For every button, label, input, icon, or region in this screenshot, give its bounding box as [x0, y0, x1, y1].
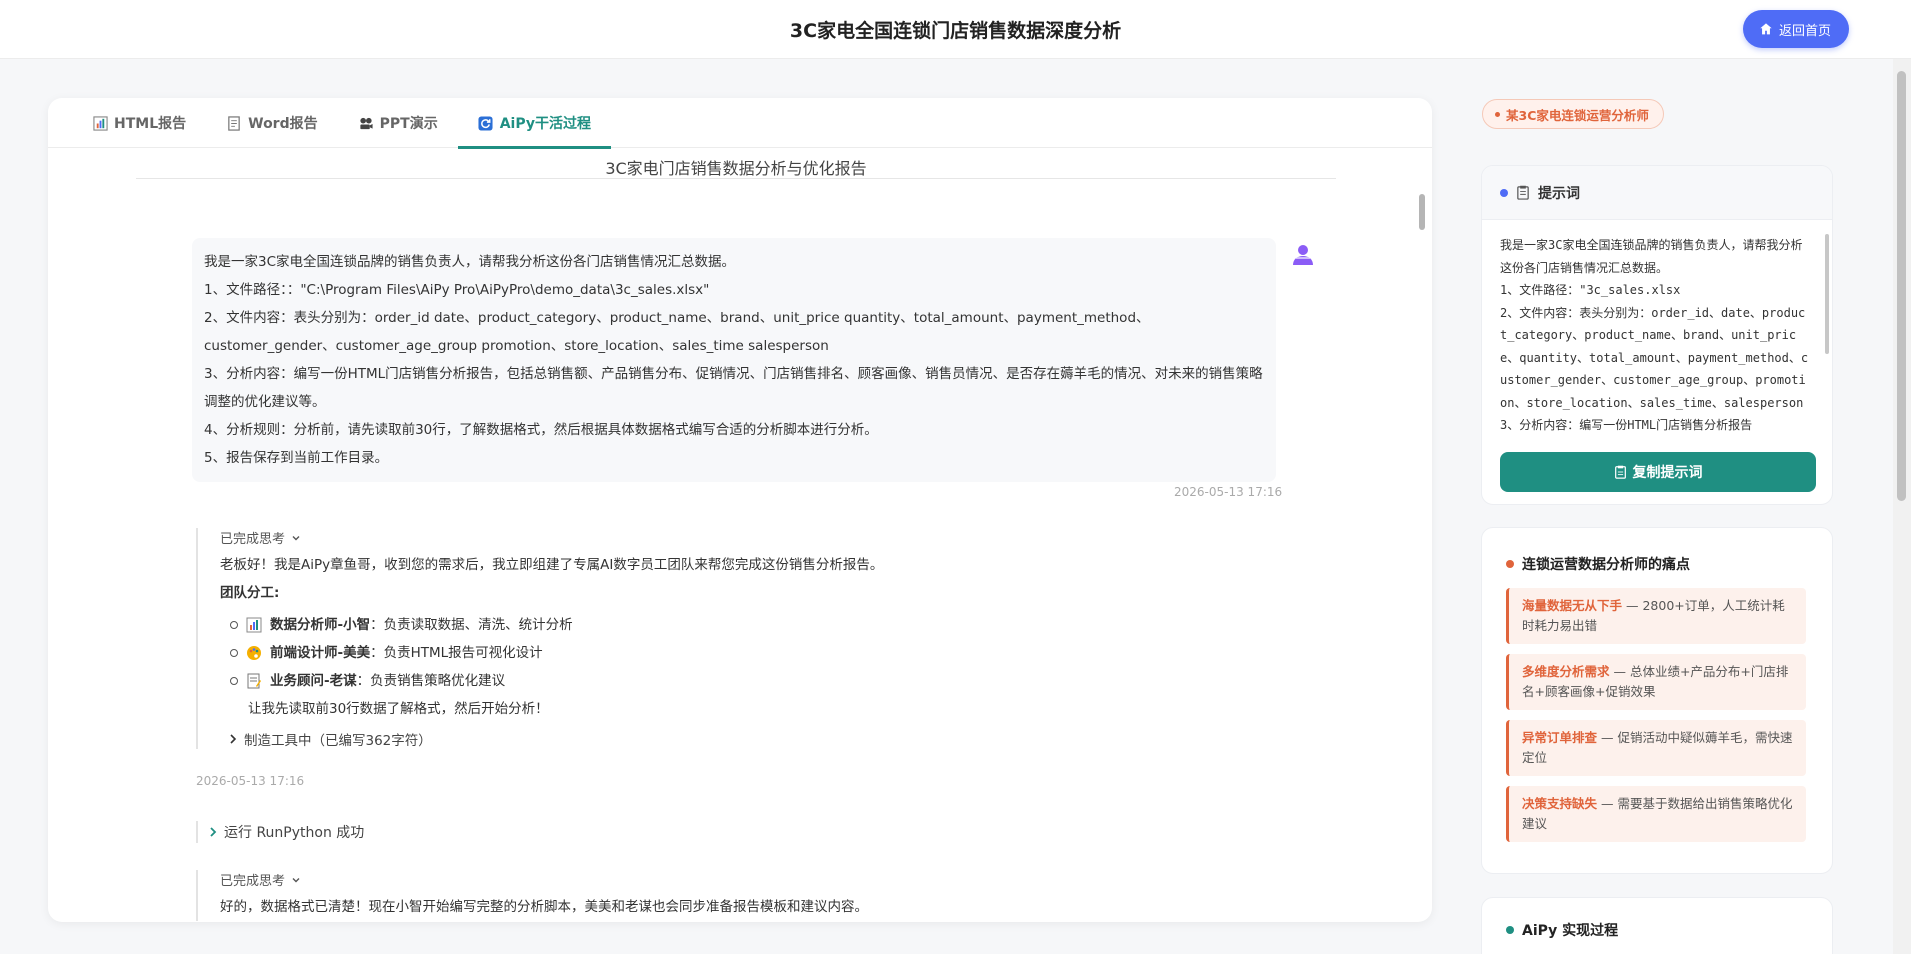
- member-name: 业务顾问-老谋: [270, 673, 357, 689]
- message-timestamp: 2026-05-13 17:16: [1174, 485, 1283, 499]
- assistant-intro: 老板好！我是AiPy章鱼哥，收到您的需求后，我立即组建了专属AI数字员工团队来帮…: [220, 557, 884, 573]
- pain-point-item: 海量数据无从下手 — 2800+订单，人工统计耗时耗力易出错: [1506, 588, 1806, 644]
- team-label: 团队分工:: [220, 585, 280, 601]
- top-bar: 3C家电全国连锁门店销售数据深度分析 返回首页: [0, 0, 1911, 59]
- message-timestamp: 2026-05-13 17:16: [196, 774, 305, 788]
- chevron-right-icon: [230, 734, 237, 744]
- status-dot: [1500, 188, 1508, 197]
- clipboard-icon: [1614, 465, 1626, 479]
- prompt-title: 提示词: [1538, 185, 1580, 202]
- content-scrollbar-thumb[interactable]: [1419, 194, 1425, 230]
- tab-label: AiPy干活过程: [499, 116, 591, 132]
- window-scrollbar[interactable]: [1893, 59, 1911, 954]
- assistant-intro: 好的，数据格式已清楚！现在小智开始编写完整的分析脚本，美美和老谋也会同步准备报告…: [220, 899, 868, 915]
- chevron-right-icon: [210, 827, 217, 837]
- assistant-note: 让我先读取前30行数据了解格式，然后开始分析！: [248, 701, 549, 717]
- message-line: 5、报告保存到当前工作目录。: [204, 450, 389, 466]
- user-message: 我是一家3C家电全国连锁品牌的销售负责人，请帮我分析这份各门店销售情况汇总数据。…: [192, 238, 1276, 482]
- tab-label: PPT演示: [379, 116, 438, 132]
- tool-toggle[interactable]: 制造工具中（已编写362字符）: [228, 729, 1256, 749]
- pain-points-card: 连锁运营数据分析师的痛点 海量数据无从下手 — 2800+订单，人工统计耗时耗力…: [1481, 527, 1833, 874]
- message-line: 4、分析规则：分析前，请先读取前30行，了解数据格式，然后根据具体数据格式编写合…: [204, 422, 878, 438]
- chevron-down-icon: [292, 877, 300, 882]
- status-dot: [1506, 926, 1514, 934]
- copy-prompt-button[interactable]: 复制提示词: [1500, 452, 1816, 492]
- team-list: 数据分析师-小智：负责读取数据、清洗、统计分析 前端设计师-美美：负责HTML报…: [230, 611, 1256, 695]
- role-badge: 某3C家电连锁运营分析师: [1482, 99, 1664, 129]
- member-desc: ：负责HTML报告可视化设计: [370, 645, 543, 661]
- prompt-card: 提示词 我是一家3C家电全国连锁品牌的销售负责人，请帮我分析这份各门店销售情况汇…: [1481, 165, 1833, 505]
- tab-aipy-process[interactable]: AiPy干活过程: [457, 98, 612, 149]
- home-button-label: 返回首页: [1778, 23, 1831, 39]
- clipboard-icon: [1517, 185, 1529, 200]
- implementation-card: AiPy 实现过程: [1481, 897, 1833, 954]
- tab-label: Word报告: [248, 116, 318, 132]
- film-projector-icon: [358, 115, 374, 131]
- prompt-header: 提示词: [1482, 166, 1832, 220]
- page-title: 3C家电全国连锁门店销售数据深度分析: [789, 20, 1122, 42]
- member-name: 前端设计师-美美: [270, 645, 371, 661]
- home-button[interactable]: 返回首页: [1742, 10, 1849, 48]
- tab-label: HTML报告: [114, 116, 187, 132]
- report-title: 3C家电门店销售数据分析与优化报告: [605, 159, 867, 178]
- title-divider: [136, 178, 1336, 179]
- tab-html-report[interactable]: HTML报告: [72, 98, 206, 148]
- bar-chart-icon: [246, 617, 262, 633]
- member-name: 数据分析师-小智: [270, 617, 371, 633]
- run-status-toggle[interactable]: 运行 RunPython 成功: [196, 821, 364, 843]
- message-line: 1、文件路径：："C:\Program Files\AiPy Pro\AiPyP…: [204, 282, 710, 298]
- list-item: 数据分析师-小智：负责读取数据、清洗、统计分析: [230, 611, 1256, 639]
- thought-toggle[interactable]: 已完成思考: [220, 528, 1256, 547]
- message-line: 2、文件内容：表头分别为：order_id date、product_categ…: [204, 310, 1150, 354]
- list-item: 业务顾问-老谋：负责销售策略优化建议: [230, 667, 1256, 695]
- document-icon: [226, 115, 242, 131]
- content-scrollbar[interactable]: [1418, 188, 1426, 918]
- tab-word-report[interactable]: Word报告: [206, 98, 338, 148]
- tab-bar: HTML报告 Word报告 PPT演示 AiPy干活过程: [48, 98, 1432, 149]
- bar-chart-icon: [92, 115, 108, 131]
- palette-icon: [247, 646, 261, 660]
- refresh-icon: [478, 115, 494, 131]
- memo-icon: [247, 673, 261, 689]
- message-line: 3、分析内容：编写一份HTML门店销售分析报告，包括总销售额、产品销售分布、促销…: [204, 366, 1263, 410]
- pain-point-item: 多维度分析需求 — 总体业绩+产品分布+门店排名+顾客画像+促销效果: [1506, 654, 1806, 710]
- member-desc: ：负责读取数据、清洗、统计分析: [370, 617, 573, 633]
- thought-toggle[interactable]: 已完成思考: [220, 870, 1256, 889]
- prompt-text: 我是一家3C家电全国连锁品牌的销售负责人，请帮我分析这份各门店销售情况汇总数据。…: [1500, 238, 1809, 432]
- assistant-thought: 已完成思考 老板好！我是AiPy章鱼哥，收到您的需求后，我立即组建了专属AI数字…: [196, 528, 1256, 749]
- window-scrollbar-thumb[interactable]: [1897, 71, 1906, 501]
- status-dot: [1506, 560, 1514, 568]
- prompt-scrollbar[interactable]: [1825, 220, 1830, 420]
- pain-points-title: 连锁运营数据分析师的痛点: [1506, 554, 1690, 574]
- assistant-thought: 已完成思考 好的，数据格式已清楚！现在小智开始编写完整的分析脚本，美美和老谋也会…: [196, 870, 1256, 921]
- message-line: 我是一家3C家电全国连锁品牌的销售负责人，请帮我分析这份各门店销售情况汇总数据。: [204, 254, 736, 270]
- pain-point-item: 决策支持缺失 — 需要基于数据给出销售策略优化建议: [1506, 786, 1806, 842]
- main-panel: HTML报告 Word报告 PPT演示 AiPy干活过程 3C家电门店销售数据分…: [48, 98, 1432, 922]
- pain-point-item: 异常订单排查 — 促销活动中疑似薅羊毛，需快速定位: [1506, 720, 1806, 776]
- member-desc: ：负责销售策略优化建议: [356, 673, 506, 689]
- home-icon: [1760, 23, 1772, 35]
- implementation-title: AiPy 实现过程: [1506, 920, 1618, 940]
- tab-ppt[interactable]: PPT演示: [338, 98, 458, 148]
- list-item: 前端设计师-美美：负责HTML报告可视化设计: [230, 639, 1256, 667]
- chevron-down-icon: [292, 535, 300, 540]
- user-avatar-icon: [1293, 245, 1313, 265]
- prompt-scrollbar-thumb[interactable]: [1825, 234, 1829, 354]
